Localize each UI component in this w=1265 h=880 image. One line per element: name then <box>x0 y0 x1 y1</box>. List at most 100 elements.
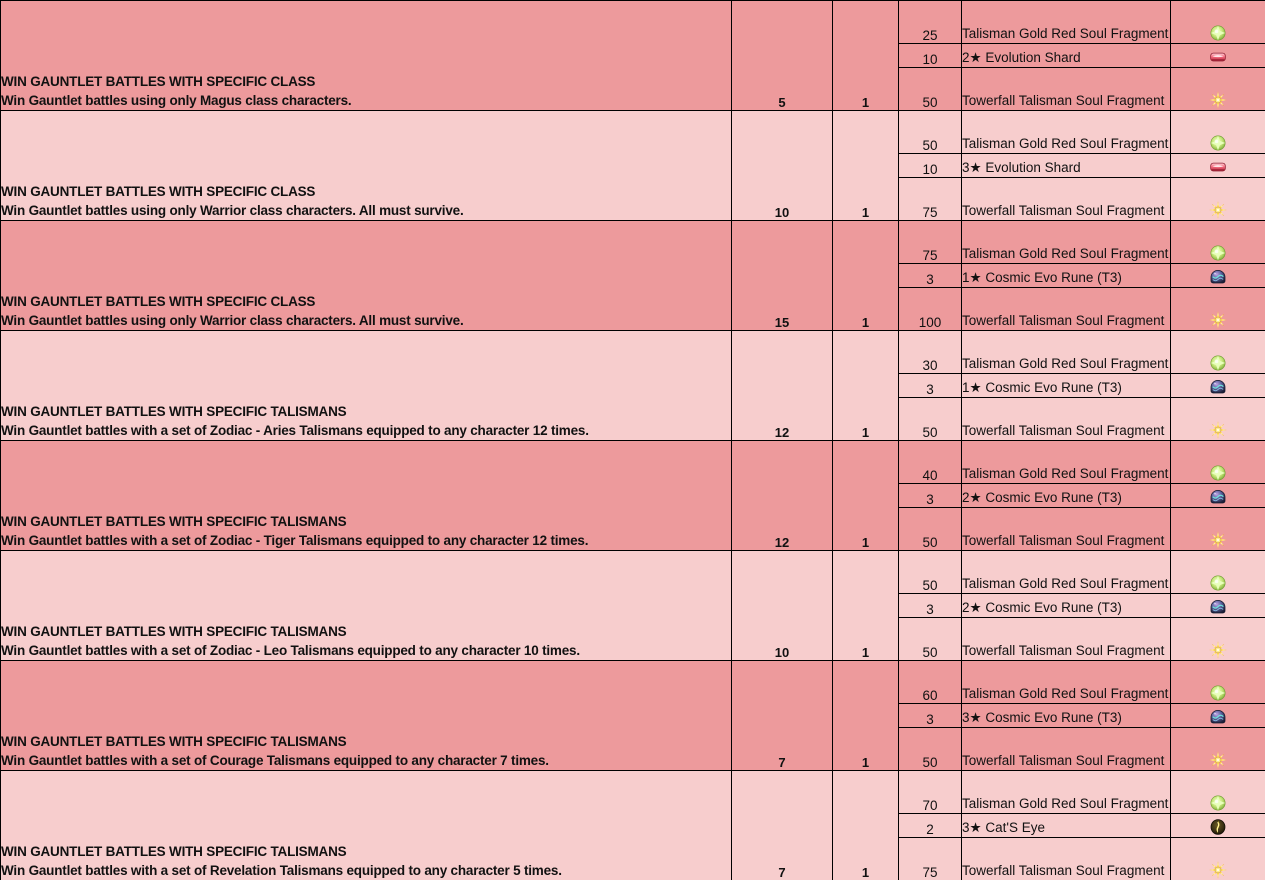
reward-icon-cell <box>1170 837 1265 880</box>
reward-icon-cell <box>1170 440 1265 484</box>
task-title: WIN GAUNTLET BATTLES WITH SPECIFIC TALIS… <box>1 624 347 639</box>
task-count: 7 <box>731 660 833 771</box>
task-times: 1 <box>832 0 899 111</box>
reward-quantity: 70 <box>898 770 962 814</box>
reward-quantity: 50 <box>898 550 962 594</box>
task-title: WIN GAUNTLET BATTLES WITH SPECIFIC CLASS <box>1 74 316 89</box>
task-description: Win Gauntlet battles using only Warrior … <box>1 203 464 218</box>
reward-name: Talisman Gold Red Soul Fragment <box>961 660 1171 704</box>
reward-quantity: 50 <box>898 397 962 441</box>
reward-name: 2★ Cosmic Evo Rune (T3) <box>961 593 1171 618</box>
task-title: WIN GAUNTLET BATTLES WITH SPECIFIC CLASS <box>1 184 316 199</box>
reward-name: 1★ Cosmic Evo Rune (T3) <box>961 373 1171 398</box>
green-soul-fragment-icon <box>1207 133 1229 153</box>
reward-icon-cell <box>1170 153 1265 178</box>
task-cell: WIN GAUNTLET BATTLES WITH SPECIFIC CLASS… <box>0 0 732 111</box>
task-cell: WIN GAUNTLET BATTLES WITH SPECIFIC TALIS… <box>0 770 732 880</box>
task-title: WIN GAUNTLET BATTLES WITH SPECIFIC TALIS… <box>1 404 347 419</box>
task-times: 1 <box>832 770 899 880</box>
task-count: 10 <box>731 110 833 221</box>
task-count: 15 <box>731 220 833 331</box>
reward-name: 2★ Cosmic Evo Rune (T3) <box>961 483 1171 508</box>
task-count: 7 <box>731 770 833 880</box>
reward-quantity: 40 <box>898 440 962 484</box>
task-count: 12 <box>731 440 833 551</box>
green-soul-fragment-icon <box>1207 243 1229 263</box>
green-soul-fragment-icon <box>1207 683 1229 703</box>
reward-quantity: 50 <box>898 727 962 771</box>
reward-quantity: 3 <box>898 373 962 398</box>
reward-name: 3★ Cat'S Eye <box>961 813 1171 838</box>
gold-soul-fragment-icon <box>1207 860 1229 880</box>
reward-icon-cell <box>1170 177 1265 221</box>
reward-quantity: 75 <box>898 837 962 880</box>
reward-quantity: 25 <box>898 0 962 44</box>
reward-quantity: 75 <box>898 220 962 264</box>
reward-quantity: 10 <box>898 43 962 68</box>
reward-quantity: 3 <box>898 703 962 728</box>
reward-icon-cell <box>1170 0 1265 44</box>
task-description: Win Gauntlet battles with a set of Zodia… <box>1 643 580 658</box>
reward-icon-cell <box>1170 703 1265 728</box>
task-description: Win Gauntlet battles with a set of Zodia… <box>1 423 589 438</box>
reward-name: Towerfall Talisman Soul Fragment <box>961 67 1171 111</box>
reward-name: Towerfall Talisman Soul Fragment <box>961 727 1171 771</box>
reward-quantity: 2 <box>898 813 962 838</box>
gold-soul-fragment-icon <box>1207 420 1229 440</box>
task-count: 12 <box>731 330 833 441</box>
reward-quantity: 3 <box>898 483 962 508</box>
reward-quantity: 50 <box>898 507 962 551</box>
evolution-shard-icon <box>1207 157 1229 177</box>
reward-name: Talisman Gold Red Soul Fragment <box>961 110 1171 154</box>
reward-quantity: 100 <box>898 287 962 331</box>
task-description: Win Gauntlet battles with a set of Coura… <box>1 753 549 768</box>
gold-soul-fragment-icon <box>1207 750 1229 770</box>
green-soul-fragment-icon <box>1207 793 1229 813</box>
reward-icon-cell <box>1170 813 1265 838</box>
reward-name: Towerfall Talisman Soul Fragment <box>961 397 1171 441</box>
task-times: 1 <box>832 220 899 331</box>
reward-quantity: 10 <box>898 153 962 178</box>
reward-icon-cell <box>1170 110 1265 154</box>
cats-eye-icon <box>1207 817 1229 837</box>
cosmic-evo-rune-icon <box>1207 377 1229 397</box>
reward-name: Talisman Gold Red Soul Fragment <box>961 440 1171 484</box>
task-title: WIN GAUNTLET BATTLES WITH SPECIFIC CLASS <box>1 294 316 309</box>
gold-soul-fragment-icon <box>1207 200 1229 220</box>
reward-name: Talisman Gold Red Soul Fragment <box>961 220 1171 264</box>
reward-name: 3★ Cosmic Evo Rune (T3) <box>961 703 1171 728</box>
reward-quantity: 3 <box>898 263 962 288</box>
gold-soul-fragment-icon <box>1207 640 1229 660</box>
task-cell: WIN GAUNTLET BATTLES WITH SPECIFIC CLASS… <box>0 110 732 221</box>
task-cell: WIN GAUNTLET BATTLES WITH SPECIFIC TALIS… <box>0 440 732 551</box>
evolution-shard-icon <box>1207 47 1229 67</box>
reward-icon-cell <box>1170 397 1265 441</box>
reward-name: Talisman Gold Red Soul Fragment <box>961 550 1171 594</box>
reward-name: Towerfall Talisman Soul Fragment <box>961 177 1171 221</box>
table-row: WIN GAUNTLET BATTLES WITH SPECIFIC TALIS… <box>0 660 1265 771</box>
reward-icon-cell <box>1170 660 1265 704</box>
quest-reward-sheet: WIN GAUNTLET BATTLES WITH SPECIFIC CLASS… <box>0 0 1265 880</box>
cosmic-evo-rune-icon <box>1207 267 1229 287</box>
task-times: 1 <box>832 660 899 771</box>
reward-name: Towerfall Talisman Soul Fragment <box>961 287 1171 331</box>
reward-name: 1★ Cosmic Evo Rune (T3) <box>961 263 1171 288</box>
task-title: WIN GAUNTLET BATTLES WITH SPECIFIC TALIS… <box>1 844 347 859</box>
reward-quantity: 75 <box>898 177 962 221</box>
reward-icon-cell <box>1170 550 1265 594</box>
table-row: WIN GAUNTLET BATTLES WITH SPECIFIC CLASS… <box>0 110 1265 221</box>
green-soul-fragment-icon <box>1207 23 1229 43</box>
gold-soul-fragment-icon <box>1207 90 1229 110</box>
reward-icon-cell <box>1170 43 1265 68</box>
cosmic-evo-rune-icon <box>1207 487 1229 507</box>
green-soul-fragment-icon <box>1207 353 1229 373</box>
cosmic-evo-rune-icon <box>1207 597 1229 617</box>
task-title: WIN GAUNTLET BATTLES WITH SPECIFIC TALIS… <box>1 514 347 529</box>
reward-icon-cell <box>1170 330 1265 374</box>
reward-quantity: 50 <box>898 110 962 154</box>
reward-icon-cell <box>1170 287 1265 331</box>
task-times: 1 <box>832 330 899 441</box>
gold-soul-fragment-icon <box>1207 310 1229 330</box>
reward-icon-cell <box>1170 617 1265 661</box>
reward-quantity: 50 <box>898 67 962 111</box>
